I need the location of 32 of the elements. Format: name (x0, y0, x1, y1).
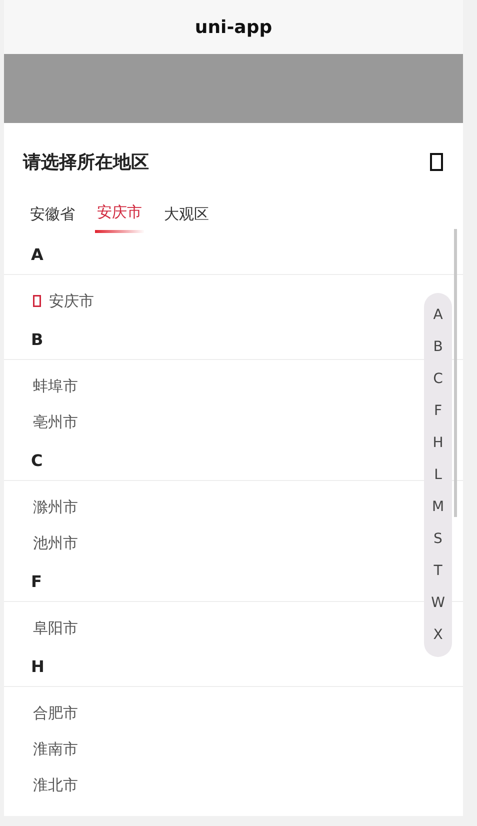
index-letter[interactable]: X (433, 619, 443, 651)
section-letter: A (31, 244, 44, 264)
city-item[interactable]: 淮南市 (33, 740, 78, 758)
index-letter[interactable]: S (434, 523, 442, 555)
square-icon (430, 153, 443, 171)
region-tab[interactable]: 安徽省 (28, 203, 77, 233)
index-letter[interactable]: H (432, 427, 444, 459)
city-item[interactable]: 阜阳市 (33, 618, 78, 638)
city-item[interactable]: 池州市 (33, 534, 78, 552)
section-letter: F (31, 572, 42, 590)
index-letter[interactable]: L (434, 459, 442, 491)
city-item[interactable]: 蚌埠市 (33, 376, 78, 396)
index-letter[interactable]: T (434, 555, 442, 587)
region-tab[interactable]: 大观区 (162, 203, 211, 233)
region-tab[interactable]: 安庆市 (95, 203, 144, 233)
city-item[interactable]: 淮北市 (33, 776, 78, 794)
close-button[interactable] (428, 151, 445, 173)
index-letter[interactable]: A (433, 299, 443, 331)
index-letter[interactable]: M (432, 491, 444, 523)
index-letter[interactable]: F (434, 395, 442, 427)
city-item[interactable]: 安庆市 (49, 292, 94, 310)
section-letter: B (31, 330, 44, 348)
index-letter[interactable]: W (431, 587, 445, 619)
city-item[interactable]: 滁州市 (33, 498, 78, 516)
city-item[interactable]: 亳州市 (33, 412, 78, 432)
city-item[interactable]: 合肥市 (33, 704, 78, 722)
index-letter[interactable]: B (433, 331, 443, 363)
section-letter: C (31, 450, 43, 470)
section-letter: H (31, 656, 44, 676)
nav-title: uni-app (194, 16, 272, 38)
sheet-title: 请选择所在地区 (23, 151, 149, 174)
index-letter[interactable]: C (433, 363, 443, 395)
